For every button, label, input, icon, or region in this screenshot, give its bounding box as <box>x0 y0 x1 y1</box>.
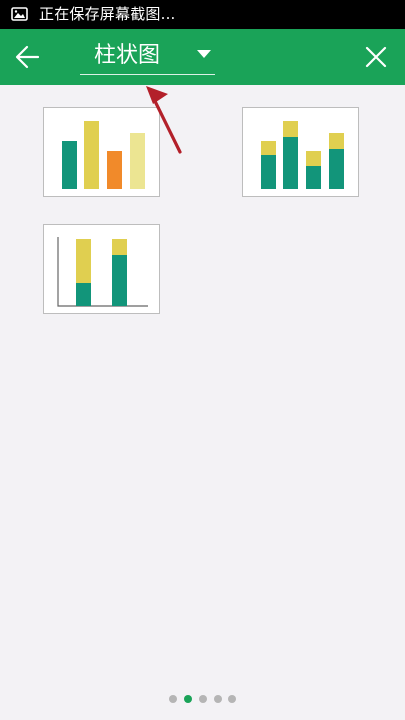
status-text: 正在保存屏幕截图... <box>39 5 176 23</box>
page-title: 柱状图 <box>94 43 161 68</box>
status-bar: 正在保存屏幕截图... <box>0 0 405 29</box>
chart-type-dropdown[interactable]: 柱状图 <box>80 39 215 75</box>
back-button[interactable] <box>10 42 44 72</box>
stacked-column-chart-option[interactable] <box>242 107 359 197</box>
app-bar: 柱状图 <box>0 29 405 85</box>
page-dot-1[interactable] <box>169 695 177 703</box>
image-icon <box>11 7 28 21</box>
close-icon <box>365 46 387 68</box>
page-dot-3[interactable] <box>199 695 207 703</box>
arrow-left-icon <box>15 45 40 69</box>
page-dot-5[interactable] <box>228 695 236 703</box>
red-arrow-icon <box>146 86 182 154</box>
stacked-column-chart-icon <box>261 121 344 189</box>
caret-down-icon <box>197 50 211 58</box>
page-indicator <box>165 693 240 705</box>
page-dot-4[interactable] <box>214 695 222 703</box>
page-dot-2-active[interactable] <box>184 695 192 703</box>
percent-stacked-column-chart-icon <box>57 237 148 307</box>
percent-stacked-column-chart-option[interactable] <box>43 224 160 314</box>
close-button[interactable] <box>362 42 390 72</box>
